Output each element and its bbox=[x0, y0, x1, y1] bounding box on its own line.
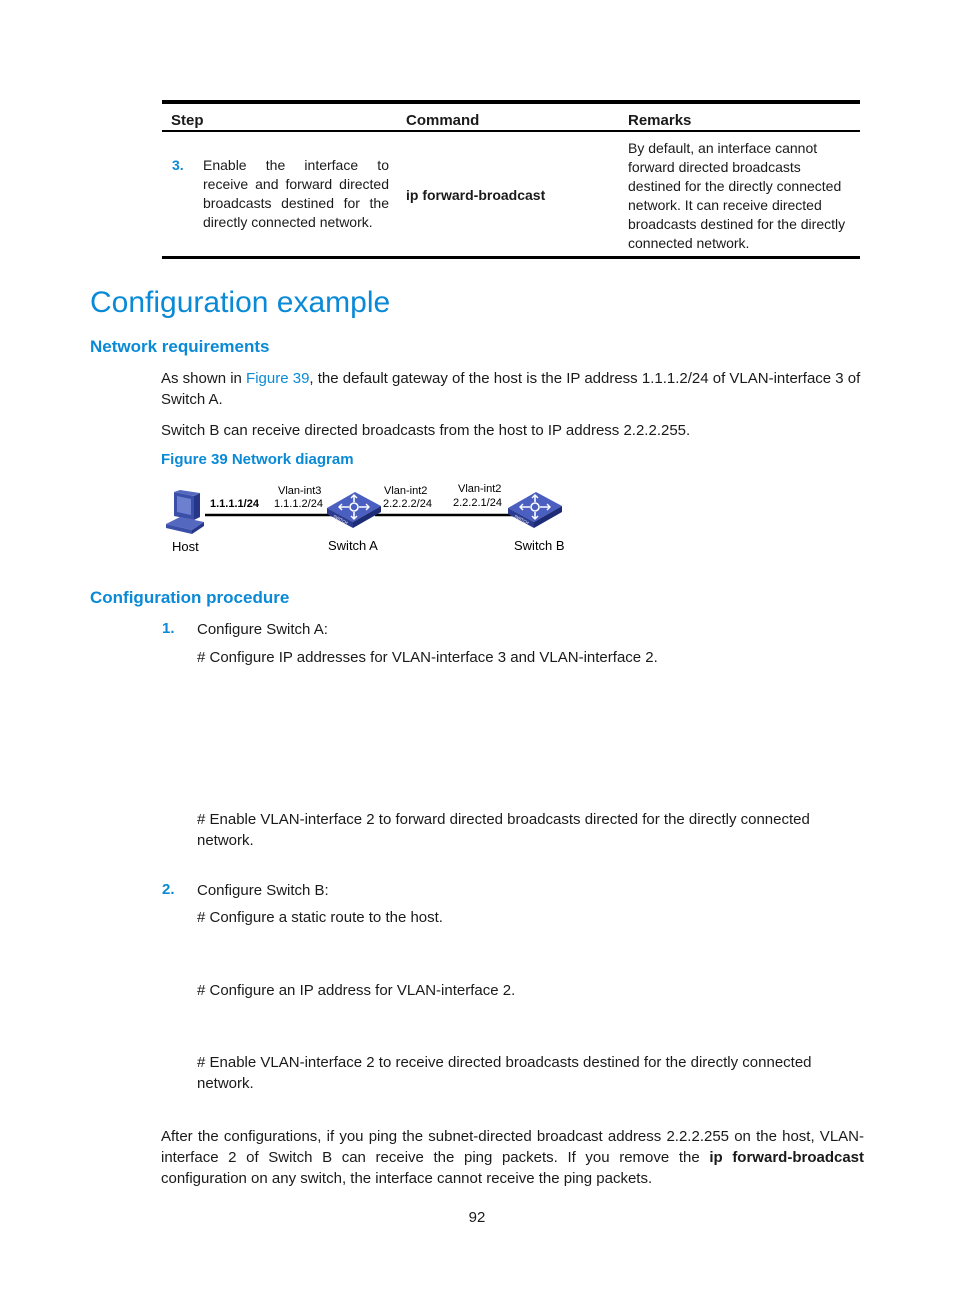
step-2-label: Configure Switch B: bbox=[197, 882, 329, 899]
network-requirements-heading: Network requirements bbox=[90, 337, 270, 356]
step-number: 3. bbox=[172, 157, 184, 173]
command-cell: ip forward-broadcast bbox=[406, 187, 546, 203]
step-description: Enable the interface to receive and forw… bbox=[203, 157, 389, 230]
header-remarks: Remarks bbox=[628, 112, 692, 129]
section-title: Configuration example bbox=[90, 286, 391, 319]
header-command: Command bbox=[406, 112, 480, 129]
switch-a-vlan3-ip: 1.1.1.2/24 bbox=[274, 498, 323, 510]
requirements-paragraph-1: As shown in Figure 39, the default gatew… bbox=[161, 368, 866, 410]
step-1-label: Configure Switch A: bbox=[197, 621, 328, 638]
switch-a-vlan3-name: Vlan-int3 bbox=[278, 485, 322, 497]
switch-b-vlan2-name: Vlan-int2 bbox=[458, 483, 502, 495]
para1-prefix: As shown in bbox=[161, 370, 247, 387]
step-2-note-3: # Enable VLAN-interface 2 to receive dir… bbox=[197, 1054, 812, 1092]
computer-icon bbox=[166, 490, 204, 534]
configuration-procedure-heading: Configuration procedure bbox=[90, 588, 290, 607]
switch-a-vlan2-ip: 2.2.2.2/24 bbox=[383, 498, 432, 510]
step-2-number: 2. bbox=[162, 881, 175, 898]
network-diagram: SWITCH SWITCH 1.1.1.1/24 Vlan-int3 1.1.1… bbox=[160, 478, 580, 560]
step-2-note-1: # Configure a static route to the host. bbox=[197, 909, 443, 926]
remarks-cell: By default, an interface cannot forward … bbox=[628, 140, 846, 251]
conclusion-paragraph: After the configurations, if you ping th… bbox=[161, 1126, 864, 1189]
conclusion-command: ip forward-broadcast bbox=[709, 1149, 865, 1166]
switch-icon: SWITCH bbox=[508, 492, 562, 528]
step-1-note-2: # Enable VLAN-interface 2 to forward dir… bbox=[197, 811, 810, 849]
switch-a-vlan2-name: Vlan-int2 bbox=[384, 485, 428, 497]
switch-b-vlan2-ip: 2.2.2.1/24 bbox=[453, 497, 502, 509]
step-2-note-2: # Configure an IP address for VLAN-inter… bbox=[197, 982, 516, 999]
page-number: 92 bbox=[468, 1209, 486, 1226]
table-row: 3. Enable the interface to receive and f… bbox=[162, 132, 860, 256]
figure-caption: Figure 39 Network diagram bbox=[161, 451, 354, 468]
table-bottom-rule bbox=[162, 256, 860, 259]
command-table: Step Command Remarks 3. Enable the inter… bbox=[162, 100, 860, 259]
host-ip-label: 1.1.1.1/24 bbox=[210, 498, 259, 510]
switch-a-label: Switch A bbox=[328, 538, 378, 553]
header-step: Step bbox=[171, 112, 204, 129]
requirements-paragraph-2: Switch B can receive directed broadcasts… bbox=[161, 422, 691, 439]
switch-icon: SWITCH bbox=[327, 492, 381, 528]
table-header-row: Step Command Remarks bbox=[162, 104, 860, 130]
conclusion-suffix: configuration on any switch, the interfa… bbox=[161, 1170, 653, 1187]
switch-b-label: Switch B bbox=[514, 538, 565, 553]
host-label: Host bbox=[172, 539, 199, 554]
step-1-note-1: # Configure IP addresses for VLAN-interf… bbox=[197, 649, 658, 666]
figure-39-link[interactable]: Figure 39 bbox=[246, 370, 309, 387]
step-1-number: 1. bbox=[162, 620, 175, 637]
